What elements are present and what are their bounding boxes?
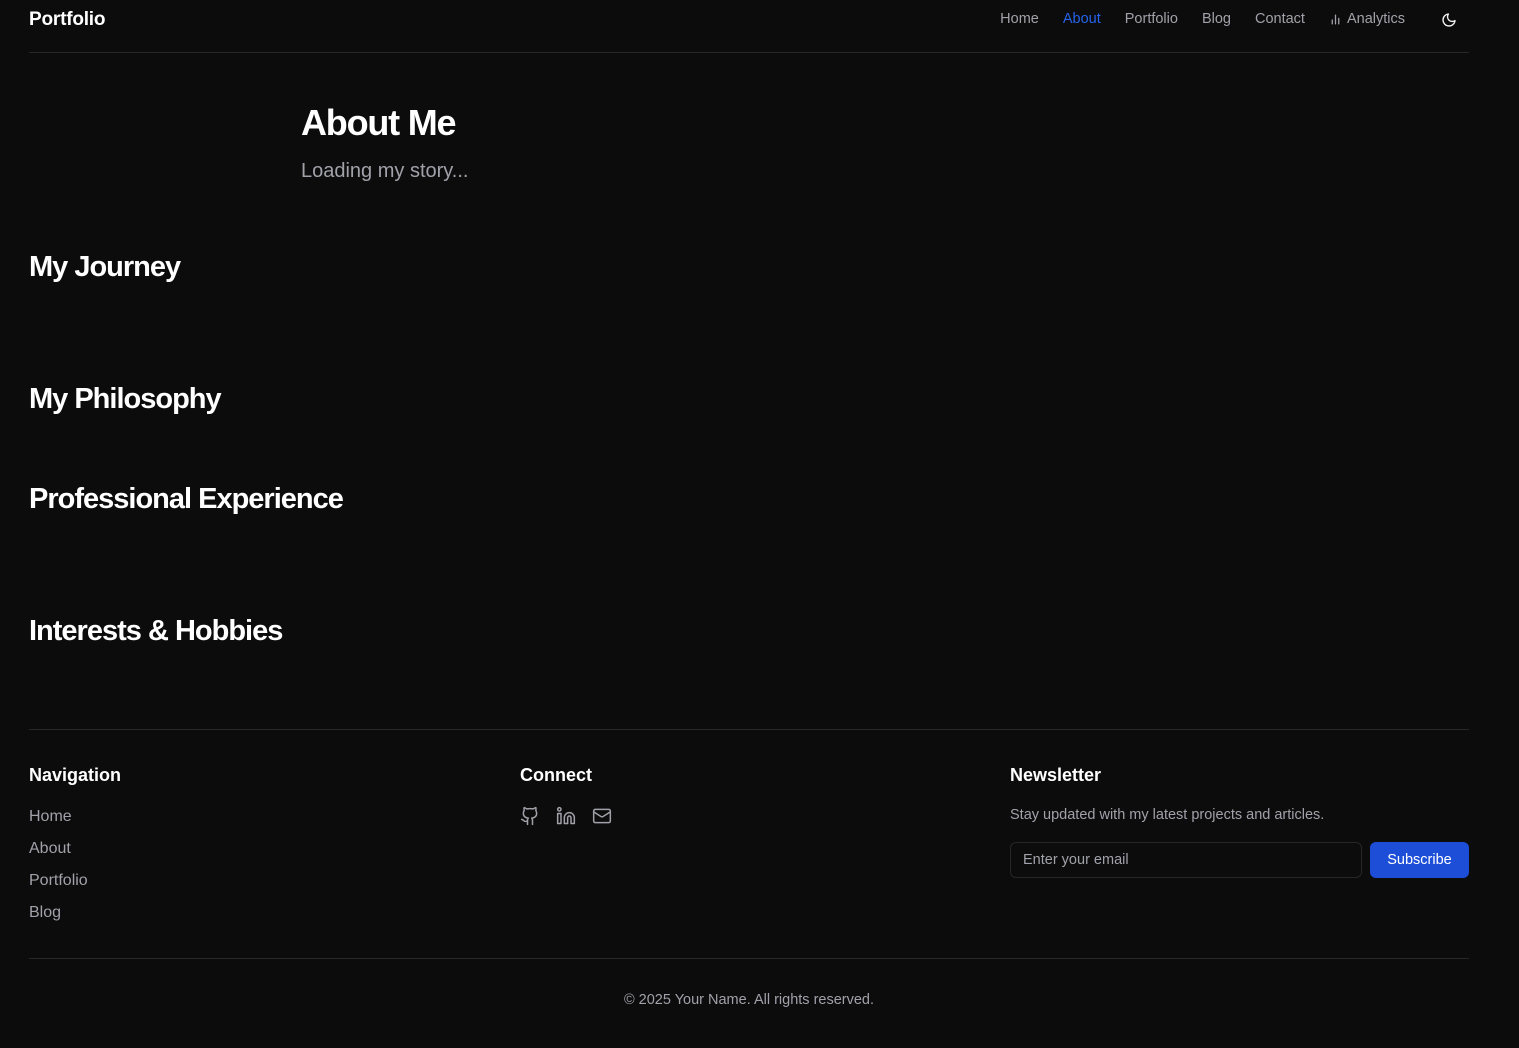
mail-icon	[592, 808, 612, 824]
moon-icon	[1442, 13, 1456, 27]
footer-link-portfolio[interactable]: Portfolio	[29, 872, 88, 904]
footer-link-about-label[interactable]: About	[29, 840, 71, 857]
nav-about-label: About	[1062, 11, 1101, 27]
section-title-interests: Interests & Hobbies	[29, 615, 283, 647]
section-title-experience: Professional Experience	[29, 483, 344, 515]
brand-logo[interactable]: Portfolio	[29, 9, 105, 31]
newsletter-description: Stay updated with my latest projects and…	[1010, 807, 1325, 823]
copyright-text: © 2025 Your Name. All rights reserved.	[623, 992, 875, 1008]
nav-home-label: Home	[1000, 11, 1039, 27]
section-title-philosophy: My Philosophy	[29, 383, 222, 415]
footer-link-portfolio-label[interactable]: Portfolio	[29, 872, 88, 889]
nav-home[interactable]: Home	[1000, 11, 1039, 27]
github-icon	[520, 806, 538, 826]
footer-bottom-divider	[29, 958, 1469, 959]
footer-connect-title: Connect	[520, 765, 592, 785]
main-nav: Home About Portfolio Blog Contact Analyt…	[1000, 11, 1405, 27]
nav-contact[interactable]: Contact	[1255, 11, 1305, 27]
footer-nav-list: Home About Portfolio Blog	[29, 808, 88, 936]
page: Portfolio Home About Portfolio Blog Cont…	[0, 0, 1519, 1048]
linkedin-link[interactable]	[556, 806, 576, 826]
linkedin-icon	[556, 806, 576, 825]
page-subtitle: Loading my story...	[301, 160, 469, 182]
newsletter-email-input[interactable]	[1010, 842, 1362, 878]
bar-chart-icon	[1331, 14, 1340, 24]
github-link[interactable]	[520, 806, 540, 826]
section-title-journey: My Journey	[29, 251, 181, 283]
footer-divider	[29, 729, 1469, 730]
nav-analytics[interactable]: Analytics	[1329, 11, 1405, 27]
nav-contact-label: Contact	[1254, 11, 1305, 27]
nav-analytics-label: Analytics	[1346, 11, 1405, 27]
nav-about[interactable]: About	[1063, 11, 1101, 27]
footer-link-blog[interactable]: Blog	[29, 904, 88, 936]
nav-portfolio[interactable]: Portfolio	[1125, 11, 1178, 27]
footer-link-blog-label[interactable]: Blog	[29, 904, 61, 921]
footer-navigation-title: Navigation	[29, 765, 122, 785]
subscribe-button[interactable]: Subscribe	[1370, 842, 1469, 878]
site-header: Portfolio Home About Portfolio Blog Cont…	[29, 0, 1469, 53]
email-link[interactable]	[592, 806, 612, 826]
footer-link-home[interactable]: Home	[29, 808, 88, 840]
nav-blog-label: Blog	[1201, 11, 1231, 27]
footer-link-about[interactable]: About	[29, 840, 88, 872]
footer-newsletter-title: Newsletter	[1010, 765, 1102, 785]
theme-toggle-button[interactable]	[1438, 9, 1460, 31]
social-links	[520, 806, 612, 826]
nav-blog[interactable]: Blog	[1202, 11, 1231, 27]
nav-portfolio-label: Portfolio	[1124, 11, 1178, 27]
footer-link-home-label[interactable]: Home	[29, 808, 72, 825]
page-title: About Me	[301, 102, 457, 143]
